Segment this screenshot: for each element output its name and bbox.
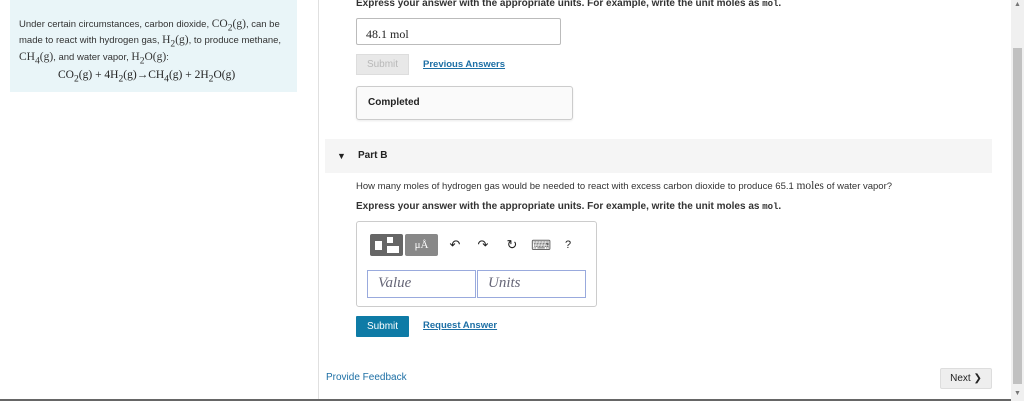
part-a-submit-button: Submit bbox=[356, 54, 409, 75]
scroll-up-arrow-icon[interactable]: ▲ bbox=[1014, 1, 1021, 8]
units-symbols-button[interactable]: μÅ bbox=[405, 234, 438, 256]
problem-panel: Under certain circumstances, carbon diox… bbox=[10, 0, 297, 92]
part-b-title: Part B bbox=[358, 150, 388, 161]
templates-button[interactable] bbox=[370, 234, 403, 256]
answer-widget: μÅ ↶ ↷ ↻ ⌨ ? Value Units bbox=[356, 221, 597, 307]
help-icon[interactable]: ? bbox=[560, 234, 576, 256]
next-button[interactable]: Next ❯ bbox=[940, 368, 992, 389]
scroll-down-arrow-icon[interactable]: ▼ bbox=[1014, 390, 1021, 397]
collapse-caret-icon[interactable]: ▼ bbox=[337, 151, 346, 161]
part-a-instruction: Express your answer with the appropriate… bbox=[356, 0, 782, 9]
completed-status: Completed bbox=[356, 86, 573, 120]
problem-statement: Under certain circumstances, carbon diox… bbox=[19, 18, 282, 66]
undo-icon[interactable]: ↶ bbox=[447, 234, 463, 256]
part-b-question: How many moles of hydrogen gas would be … bbox=[356, 180, 893, 192]
provide-feedback-link[interactable]: Provide Feedback bbox=[326, 372, 407, 383]
panel-divider bbox=[318, 0, 319, 401]
units-input[interactable]: Units bbox=[477, 270, 586, 298]
request-answer-link[interactable]: Request Answer bbox=[423, 320, 497, 331]
value-input[interactable]: Value bbox=[367, 270, 476, 298]
part-a-answer-field[interactable]: 48.1 mol bbox=[356, 18, 561, 45]
part-b-header[interactable]: ▼ Part B bbox=[325, 139, 992, 173]
redo-icon[interactable]: ↷ bbox=[475, 234, 491, 256]
part-b-submit-button[interactable]: Submit bbox=[356, 316, 409, 337]
scrollbar-thumb[interactable] bbox=[1013, 48, 1022, 384]
keyboard-icon[interactable]: ⌨ bbox=[531, 234, 551, 256]
previous-answers-link[interactable]: Previous Answers bbox=[423, 59, 505, 70]
reaction-equation: CO2(g) + 4H2(g)→CH4(g) + 2H2O(g) bbox=[58, 69, 236, 85]
part-b-instruction: Express your answer with the appropriate… bbox=[356, 201, 782, 212]
reset-icon[interactable]: ↻ bbox=[504, 234, 520, 256]
scrollbar[interactable]: ▲ ▼ bbox=[1011, 0, 1024, 401]
